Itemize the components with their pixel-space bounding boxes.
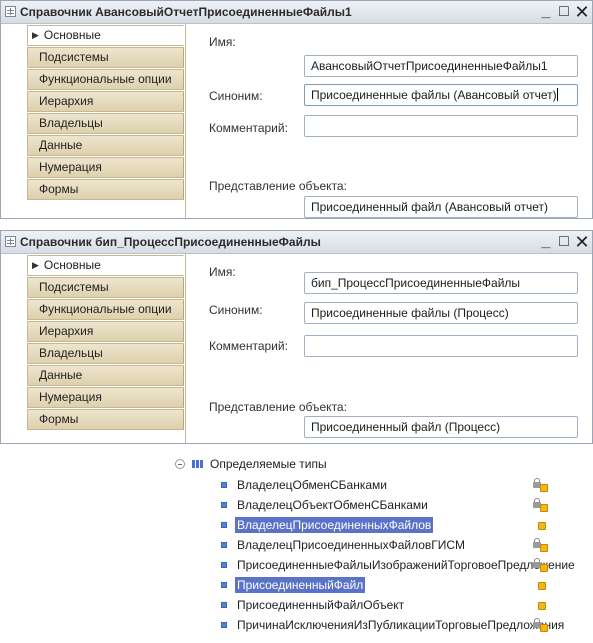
defined-type-icon <box>221 602 227 608</box>
tab-dannye[interactable]: Данные <box>27 135 184 156</box>
name-label: Имя: <box>209 265 236 279</box>
defined-type-icon <box>221 482 227 488</box>
window-titlebar[interactable]: Справочник АвансовыйОтчетПрисоединенныеФ… <box>1 1 592 24</box>
tree-item[interactable]: ВладелецОбъектОбменСБанками <box>0 495 593 515</box>
tab-numeratsiya[interactable]: Нумерация <box>27 387 184 408</box>
tab-ierarkhiya[interactable]: Иерархия <box>27 91 184 112</box>
tab-podsistemy[interactable]: Подсистемы <box>27 47 184 68</box>
metadata-tree: Определяемые типы ВладелецОбменСБанками В… <box>0 455 593 643</box>
name-field[interactable]: бип_ПроцессПрисоединенныеФайлы <box>304 272 578 294</box>
synonym-value: Присоединенные файлы (Авансовый отчет) <box>311 88 557 102</box>
tab-podsistemy[interactable]: Подсистемы <box>27 277 184 298</box>
tab-dannye[interactable]: Данные <box>27 365 184 386</box>
defined-type-icon <box>221 502 227 508</box>
tree-item[interactable]: ПрисоединенныйФайлОбъект <box>0 595 593 615</box>
tab-vladeltsy[interactable]: Владельцы <box>27 113 184 134</box>
maximize-button[interactable]: □ <box>555 233 573 251</box>
object-representation-label: Представление объекта: <box>209 179 347 193</box>
tree-item-label[interactable]: ВладелецПрисоединенныхФайловГИСМ <box>235 537 467 553</box>
object-cube-icon <box>537 518 553 532</box>
locked-object-icon <box>533 618 549 632</box>
collapse-icon[interactable] <box>175 459 185 469</box>
defined-type-icon <box>221 622 227 628</box>
tab-ierarkhiya[interactable]: Иерархия <box>27 321 184 342</box>
section-tabs: ▶ Основные Подсистемы Функциональные опци… <box>27 255 184 431</box>
object-cube-icon <box>537 598 553 612</box>
locked-object-icon <box>533 558 549 572</box>
minimize-button[interactable]: _ <box>537 233 555 251</box>
tab-funktsionalnye-optsii[interactable]: Функциональные опции <box>27 299 184 320</box>
tree-node-label: Определяемые типы <box>210 457 327 471</box>
synonym-field[interactable]: Присоединенные файлы (Авансовый отчет) <box>304 84 578 106</box>
tree-item-label[interactable]: ПрисоединенныеФайлыИзображенийТорговоеПр… <box>235 557 577 573</box>
tab-label: Основные <box>43 258 101 272</box>
defined-type-icon <box>221 582 227 588</box>
tab-osnovnye[interactable]: ▶ Основные <box>27 255 184 276</box>
tab-vladeltsy[interactable]: Владельцы <box>27 343 184 364</box>
maximize-button[interactable]: □ <box>555 3 573 21</box>
locked-object-icon <box>533 498 549 512</box>
synonym-field[interactable]: Присоединенные файлы (Процесс) <box>304 302 578 324</box>
main-properties-form: Имя: АвансовыйОтчетПрисоединенныеФайлы1 … <box>185 23 592 218</box>
close-button[interactable]: ✕ <box>573 233 591 251</box>
catalog-icon <box>5 6 16 17</box>
object-representation-field[interactable]: Присоединенный файл (Процесс) <box>304 416 578 438</box>
tree-item[interactable]: ВладелецОбменСБанками <box>0 475 593 495</box>
window-title: Справочник бип_ПроцессПрисоединенныеФайл… <box>20 235 321 249</box>
tab-formy[interactable]: Формы <box>27 179 184 200</box>
name-label: Имя: <box>209 35 236 49</box>
catalog-window-bip-protsess: Справочник бип_ПроцессПрисоединенныеФайл… <box>0 230 593 444</box>
tree-item-label[interactable]: ПрисоединенныйФайлОбъект <box>235 597 406 613</box>
close-button[interactable]: ✕ <box>573 3 591 21</box>
comment-label: Комментарий: <box>209 339 288 353</box>
comment-label: Комментарий: <box>209 121 288 135</box>
defined-type-icon <box>221 542 227 548</box>
minimize-button[interactable]: _ <box>537 3 555 21</box>
tree-item-label[interactable]: ПрисоединенныйФайл <box>235 577 366 593</box>
comment-field[interactable] <box>304 335 578 357</box>
comment-field[interactable] <box>304 115 578 137</box>
main-properties-form: Имя: бип_ПроцессПрисоединенныеФайлы Сино… <box>185 253 592 443</box>
tab-label: Основные <box>43 28 101 42</box>
active-tab-marker-icon: ▶ <box>32 260 39 270</box>
tree-item[interactable]: ПрисоединенныйФайл <box>0 575 593 595</box>
locked-object-icon <box>533 478 549 492</box>
catalog-window-avansovy-otchet: Справочник АвансовыйОтчетПрисоединенныеФ… <box>0 0 593 219</box>
defined-type-icon <box>221 522 227 528</box>
defined-type-icon <box>221 562 227 568</box>
object-representation-field[interactable]: Присоединенный файл (Авансовый отчет) <box>304 196 578 218</box>
tree-item-label[interactable]: ПричинаИсключенияИзПубликацииТорговыеПре… <box>235 617 566 633</box>
tab-formy[interactable]: Формы <box>27 409 184 430</box>
catalog-icon <box>5 236 16 247</box>
active-tab-marker-icon: ▶ <box>32 30 39 40</box>
object-cube-icon <box>537 578 553 592</box>
tab-osnovnye[interactable]: ▶ Основные <box>27 25 184 46</box>
tab-numeratsiya[interactable]: Нумерация <box>27 157 184 178</box>
text-cursor <box>556 88 558 101</box>
window-titlebar[interactable]: Справочник бип_ПроцессПрисоединенныеФайл… <box>1 231 592 254</box>
tree-item-label[interactable]: ВладелецОбъектОбменСБанками <box>235 497 430 513</box>
section-tabs: ▶ Основные Подсистемы Функциональные опци… <box>27 25 184 201</box>
tree-item-label[interactable]: ВладелецОбменСБанками <box>235 477 389 493</box>
window-title: Справочник АвансовыйОтчетПрисоединенныеФ… <box>20 5 352 19</box>
tree-item[interactable]: ВладелецПрисоединенныхФайлов <box>0 515 593 535</box>
tree-item[interactable]: ПрисоединенныеФайлыИзображенийТорговоеПр… <box>0 555 593 575</box>
synonym-label: Синоним: <box>209 89 263 103</box>
name-field[interactable]: АвансовыйОтчетПрисоединенныеФайлы1 <box>304 55 578 77</box>
tree-item-label[interactable]: ВладелецПрисоединенныхФайлов <box>235 517 434 533</box>
defined-types-icon <box>192 460 204 468</box>
synonym-label: Синоним: <box>209 303 263 317</box>
tree-item[interactable]: ПричинаИсключенияИзПубликацииТорговыеПре… <box>0 615 593 635</box>
object-representation-label: Представление объекта: <box>209 400 347 414</box>
tab-funktsionalnye-optsii[interactable]: Функциональные опции <box>27 69 184 90</box>
tree-item[interactable]: ВладелецПрисоединенныхФайловГИСМ <box>0 535 593 555</box>
locked-object-icon <box>533 538 549 552</box>
